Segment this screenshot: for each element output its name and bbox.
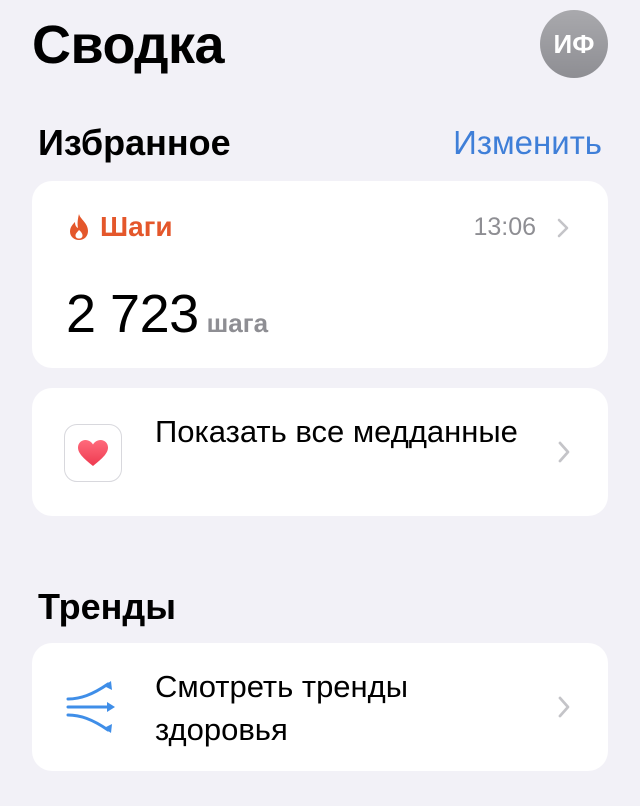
steps-header: Шаги <box>68 211 173 243</box>
profile-avatar[interactable]: ИФ <box>540 10 608 78</box>
flame-icon <box>68 213 90 241</box>
page-title: Сводка <box>32 15 225 75</box>
trends-header: Тренды <box>38 586 602 630</box>
trend-arrows-icon <box>66 681 115 733</box>
header: Сводка ИФ <box>32 8 608 88</box>
trends-title: Тренды <box>38 586 176 627</box>
show-all-health-data-label: Показать все медданные <box>155 414 518 449</box>
steps-value: 2 723 <box>66 284 199 344</box>
view-health-trends-row[interactable]: Смотреть тренды здоровья <box>32 643 608 771</box>
favorites-header: Избранное Изменить <box>38 122 602 166</box>
steps-time-group: 13:06 <box>473 213 570 242</box>
heart-icon <box>78 440 108 466</box>
edit-favorites-button[interactable]: Изменить <box>453 124 602 162</box>
steps-time: 13:06 <box>473 213 536 241</box>
show-all-health-data-row[interactable]: Показать все медданные <box>32 388 608 516</box>
chevron-right-icon <box>556 217 570 239</box>
health-app-icon <box>64 424 122 482</box>
chevron-right-icon <box>558 441 570 463</box>
chevron-right-icon <box>558 696 570 718</box>
view-health-trends-label: Смотреть тренды здоровья <box>155 669 409 747</box>
steps-label: Шаги <box>100 211 173 242</box>
steps-card[interactable]: Шаги 13:06 2 723 шага <box>32 181 608 368</box>
steps-unit: шага <box>206 308 269 338</box>
steps-value-group: 2 723 шага <box>66 283 268 345</box>
favorites-title: Избранное <box>38 122 231 163</box>
